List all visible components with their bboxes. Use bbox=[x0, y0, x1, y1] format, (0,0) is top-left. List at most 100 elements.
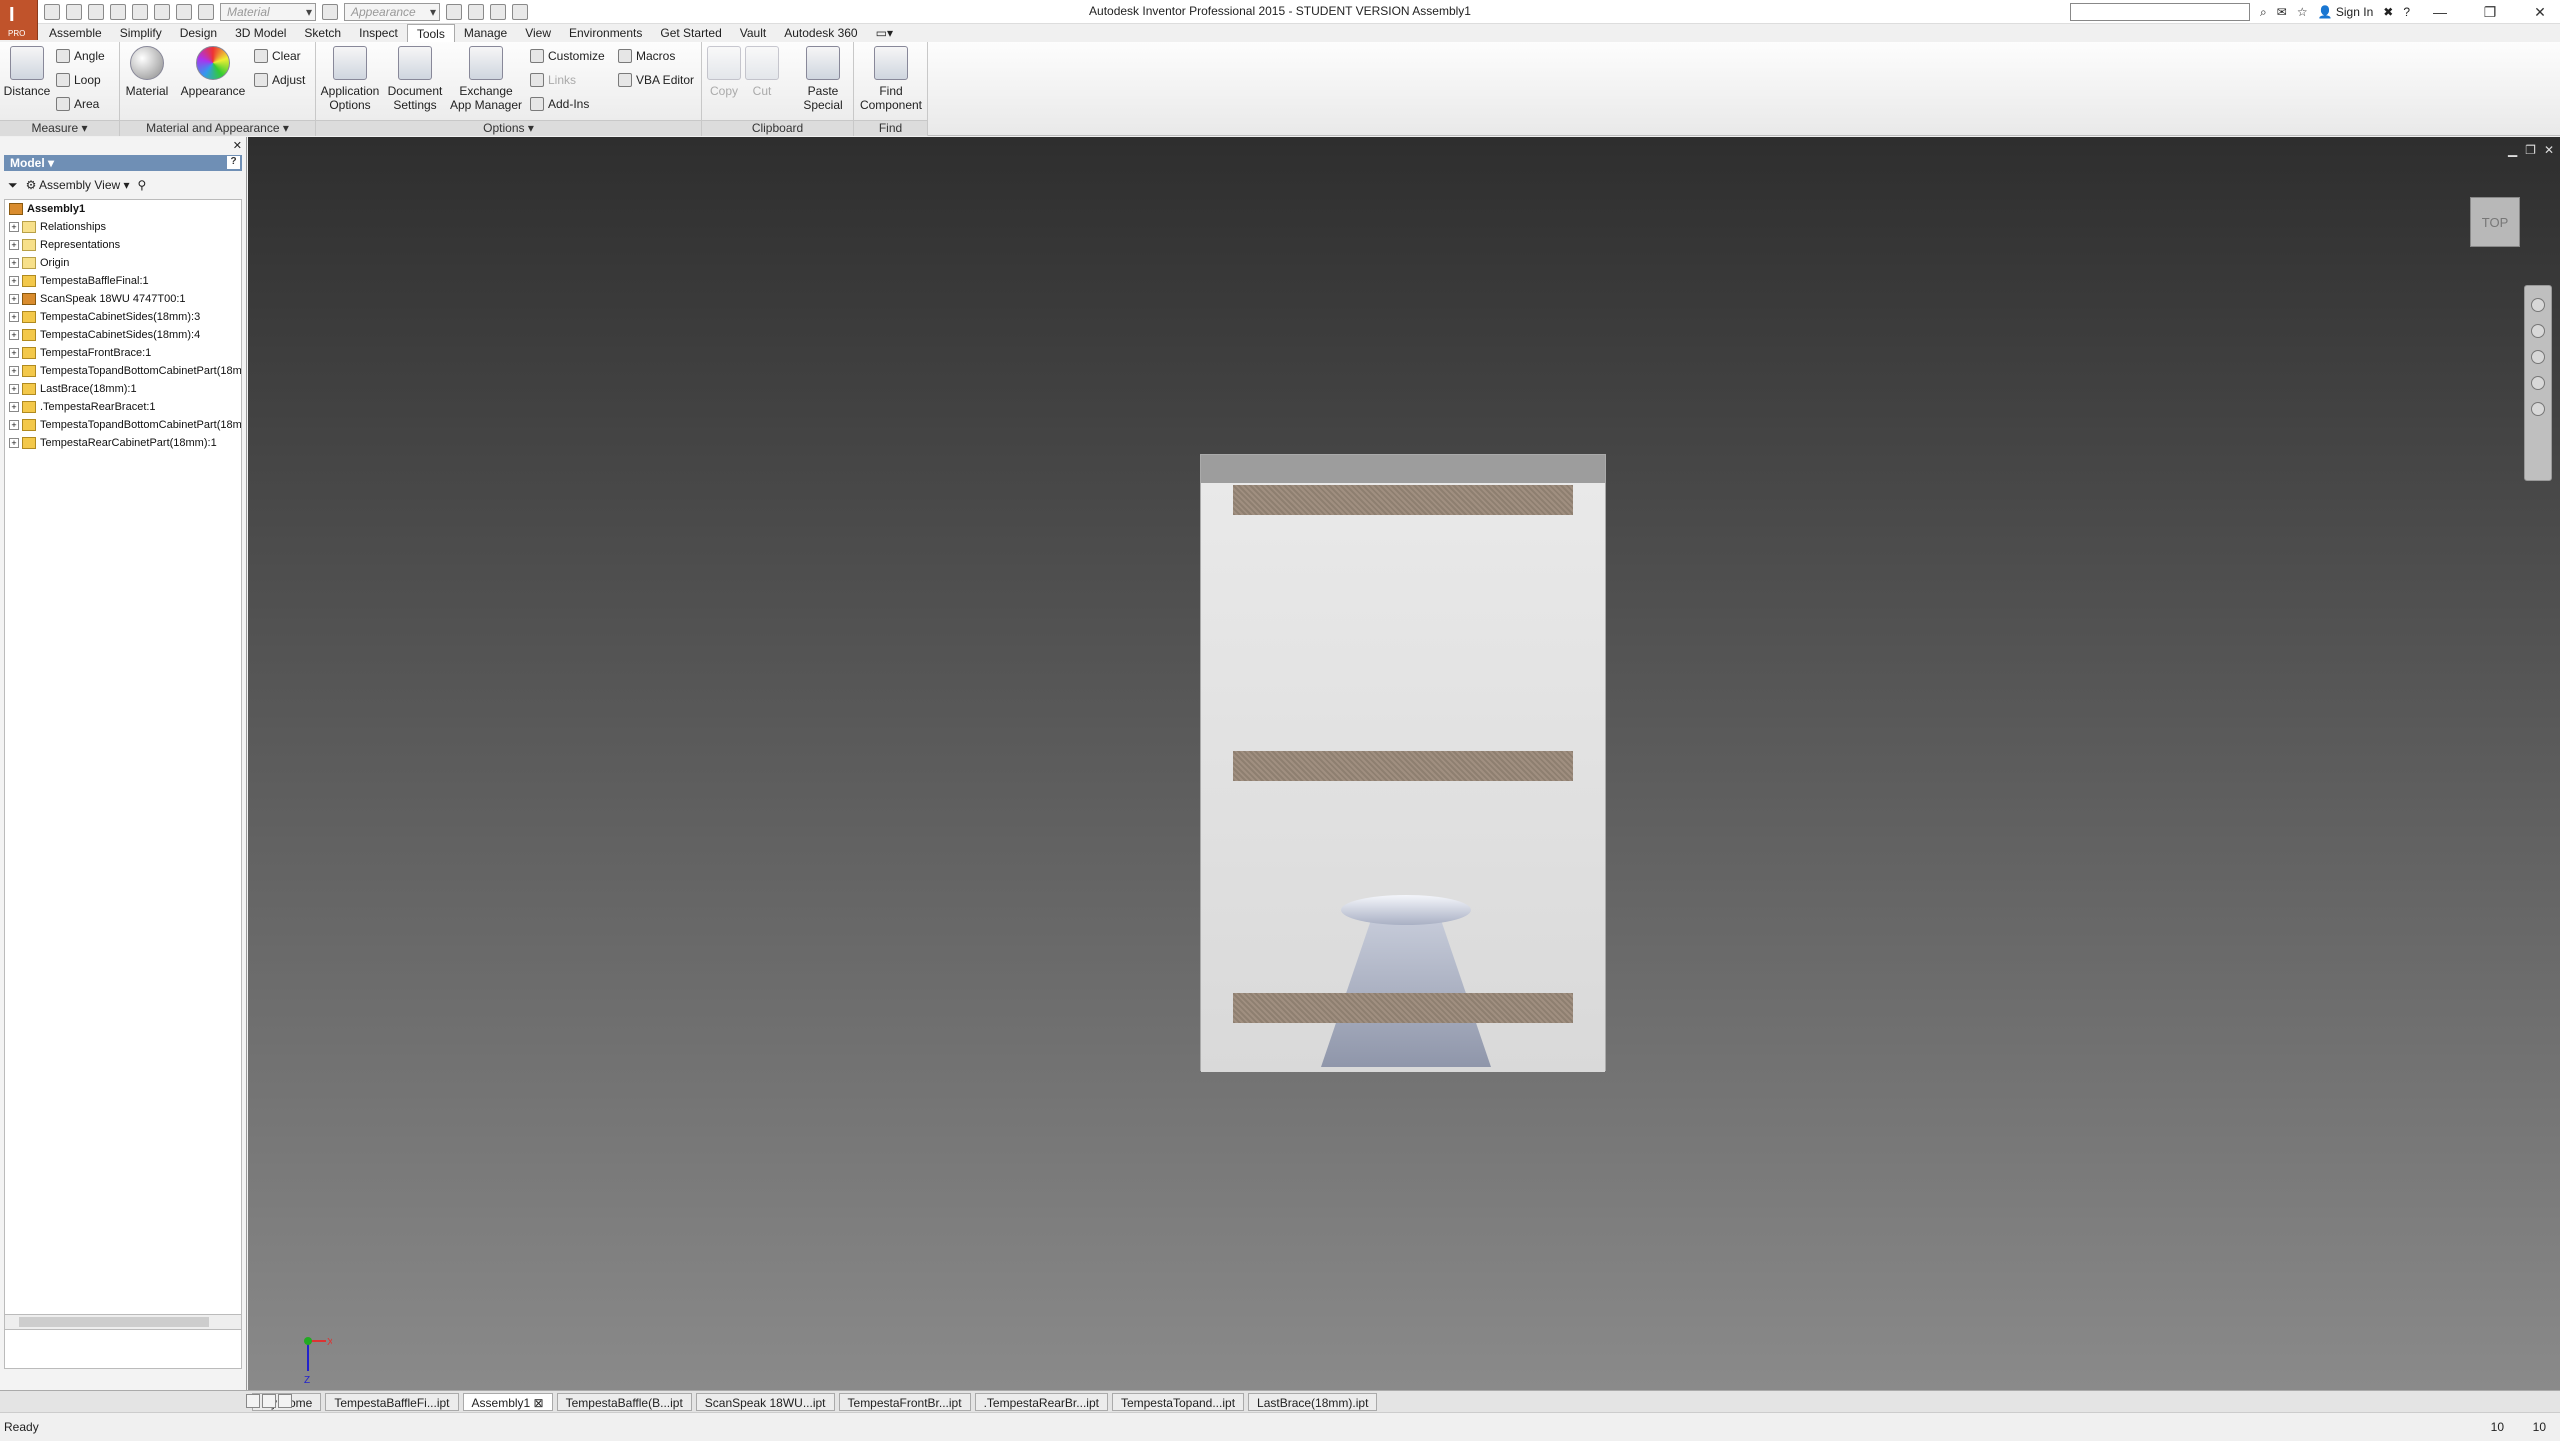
tree-item[interactable]: + TempestaTopandBottomCabinetPart(18mm bbox=[5, 362, 241, 380]
tile-horizontal-icon[interactable] bbox=[246, 1394, 260, 1408]
exchange-app-manager-button[interactable]: Exchange App Manager bbox=[448, 44, 524, 112]
expand-icon[interactable]: + bbox=[9, 222, 19, 232]
exchange-icon[interactable]: ✖ bbox=[2383, 5, 2393, 19]
tab-design[interactable]: Design bbox=[171, 24, 226, 42]
application-options-button[interactable]: Application Options bbox=[318, 44, 382, 112]
find-binoculars-icon[interactable]: ⚲ bbox=[138, 178, 147, 192]
tree-item[interactable]: + Origin bbox=[5, 254, 241, 272]
communication-icon[interactable]: ✉ bbox=[2277, 5, 2287, 19]
document-settings-button[interactable]: Document Settings bbox=[384, 44, 446, 112]
expand-icon[interactable]: + bbox=[9, 294, 19, 304]
expand-icon[interactable]: + bbox=[9, 312, 19, 322]
expand-icon[interactable]: + bbox=[9, 420, 19, 430]
viewport-minimize-icon[interactable]: ▁ bbox=[2508, 143, 2517, 157]
favorites-icon[interactable]: ☆ bbox=[2297, 5, 2308, 19]
tree-item[interactable]: + TempestaBaffleFinal:1 bbox=[5, 272, 241, 290]
expand-icon[interactable]: + bbox=[9, 438, 19, 448]
doc-tab[interactable]: ScanSpeak 18WU...ipt bbox=[695, 1392, 835, 1411]
tab-environments[interactable]: Environments bbox=[560, 24, 651, 42]
browser-close-icon[interactable]: ✕ bbox=[233, 139, 242, 152]
tab-assemble[interactable]: Assemble bbox=[40, 24, 111, 42]
doc-tab[interactable]: TempestaTopand...ipt bbox=[1111, 1392, 1245, 1411]
speaker-cabinet-model[interactable] bbox=[1200, 454, 1606, 1072]
browser-horizontal-scrollbar[interactable] bbox=[4, 1314, 242, 1330]
expand-icon[interactable]: + bbox=[9, 258, 19, 268]
find-component-button[interactable]: Find Component bbox=[856, 44, 926, 112]
doc-tab[interactable]: TempestaBaffle(B...ipt bbox=[556, 1392, 692, 1411]
distance-button[interactable]: Distance bbox=[2, 44, 52, 98]
zoom-icon[interactable] bbox=[2531, 350, 2545, 364]
material-appearance-panel-title[interactable]: Material and Appearance ▾ bbox=[120, 120, 315, 136]
tab-get-started[interactable]: Get Started bbox=[651, 24, 730, 42]
expand-icon[interactable]: + bbox=[9, 384, 19, 394]
ribbon-options-icon[interactable]: ▭▾ bbox=[867, 24, 902, 42]
tab-simplify[interactable]: Simplify bbox=[111, 24, 171, 42]
adjust-button[interactable]: Adjust bbox=[254, 70, 305, 90]
tab-menu-icon[interactable] bbox=[278, 1394, 292, 1408]
viewport-restore-icon[interactable]: ❐ bbox=[2525, 143, 2536, 157]
pan-icon[interactable] bbox=[2531, 324, 2545, 338]
tab-manage[interactable]: Manage bbox=[455, 24, 516, 42]
tab-sketch[interactable]: Sketch bbox=[295, 24, 350, 42]
tab-vault[interactable]: Vault bbox=[731, 24, 775, 42]
doc-tab[interactable]: TempestaFrontBr...ipt bbox=[838, 1392, 971, 1411]
help-icon[interactable]: ? bbox=[2403, 5, 2410, 19]
expand-icon[interactable]: + bbox=[9, 348, 19, 358]
tree-item[interactable]: + LastBrace(18mm):1 bbox=[5, 380, 241, 398]
tree-item[interactable]: + TempestaFrontBrace:1 bbox=[5, 344, 241, 362]
loop-button[interactable]: Loop bbox=[56, 70, 101, 90]
tab-autodesk-360[interactable]: Autodesk 360 bbox=[775, 24, 866, 42]
look-at-icon[interactable] bbox=[2531, 402, 2545, 416]
expand-icon[interactable]: + bbox=[9, 330, 19, 340]
tile-vertical-icon[interactable] bbox=[262, 1394, 276, 1408]
appearance-button[interactable]: Appearance bbox=[176, 44, 250, 98]
search-icon[interactable]: ⌕ bbox=[2260, 5, 2267, 20]
browser-help-icon[interactable]: ? bbox=[227, 156, 240, 169]
sign-in-link[interactable]: 👤 Sign In bbox=[2318, 5, 2374, 19]
area-button[interactable]: Area bbox=[56, 94, 99, 114]
vba-editor-button[interactable]: VBA Editor bbox=[618, 70, 694, 90]
scroll-thumb[interactable] bbox=[19, 1317, 209, 1327]
material-button[interactable]: Material bbox=[122, 44, 172, 98]
minimize-button[interactable]: — bbox=[2420, 4, 2460, 20]
tree-item[interactable]: + TempestaRearCabinetPart(18mm):1 bbox=[5, 434, 241, 452]
tab-close-icon[interactable]: ⊠ bbox=[534, 1396, 544, 1410]
tree-item[interactable]: + TempestaCabinetSides(18mm):3 bbox=[5, 308, 241, 326]
clear-button[interactable]: Clear bbox=[254, 46, 301, 66]
tree-item[interactable]: + ScanSpeak 18WU 4747T00:1 bbox=[5, 290, 241, 308]
doc-tab-active[interactable]: Assembly1 ⊠ bbox=[462, 1392, 553, 1411]
tree-root[interactable]: Assembly1 bbox=[5, 200, 241, 218]
tree-item[interactable]: + Representations bbox=[5, 236, 241, 254]
graphics-viewport[interactable]: ▁ ❐ ✕ TOP X Z bbox=[248, 137, 2560, 1390]
tab-3d-model[interactable]: 3D Model bbox=[226, 24, 295, 42]
tab-view[interactable]: View bbox=[516, 24, 560, 42]
customize-button[interactable]: Customize bbox=[530, 46, 605, 66]
browser-header[interactable]: Model ▾ ? bbox=[4, 155, 242, 171]
doc-tab[interactable]: LastBrace(18mm).ipt bbox=[1248, 1392, 1378, 1411]
expand-icon[interactable]: + bbox=[9, 402, 19, 412]
tree-item[interactable]: + Relationships bbox=[5, 218, 241, 236]
expand-icon[interactable]: + bbox=[9, 240, 19, 250]
close-button[interactable]: ✕ bbox=[2520, 4, 2560, 21]
expand-icon[interactable]: + bbox=[9, 366, 19, 376]
options-panel-title[interactable]: Options ▾ bbox=[316, 120, 701, 136]
tab-tools[interactable]: Tools bbox=[406, 23, 455, 43]
viewport-close-icon[interactable]: ✕ bbox=[2544, 143, 2554, 157]
tab-inspect[interactable]: Inspect bbox=[350, 24, 407, 42]
steering-wheel-icon[interactable] bbox=[2531, 298, 2545, 312]
expand-icon[interactable]: + bbox=[9, 276, 19, 286]
filter-icon[interactable]: ⏷ bbox=[8, 178, 18, 193]
paste-special-button[interactable]: Paste Special bbox=[794, 44, 852, 112]
help-search-input[interactable] bbox=[2070, 3, 2251, 21]
doc-tab[interactable]: TempestaBaffleFi...ipt bbox=[325, 1392, 459, 1411]
assembly-view-dropdown[interactable]: ⚙ Assembly View ▾ bbox=[26, 178, 130, 192]
measure-panel-title[interactable]: Measure ▾ bbox=[0, 120, 119, 136]
angle-button[interactable]: Angle bbox=[56, 46, 105, 66]
add-ins-button[interactable]: Add-Ins bbox=[530, 94, 589, 114]
doc-tab[interactable]: .TempestaRearBr...ipt bbox=[974, 1392, 1108, 1411]
viewcube[interactable]: TOP bbox=[2470, 197, 2520, 247]
tree-item[interactable]: + TempestaTopandBottomCabinetPart(18mm bbox=[5, 416, 241, 434]
orbit-icon[interactable] bbox=[2531, 376, 2545, 390]
restore-button[interactable]: ❐ bbox=[2470, 4, 2510, 21]
tree-item[interactable]: + TempestaCabinetSides(18mm):4 bbox=[5, 326, 241, 344]
